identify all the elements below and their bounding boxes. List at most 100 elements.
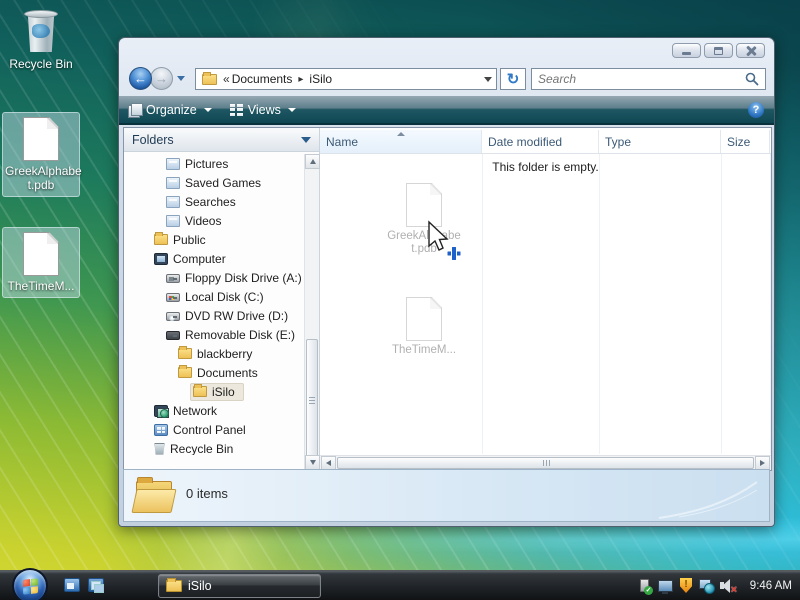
folder-icon [154,234,168,245]
tree-item-documents[interactable]: Documents [124,363,304,382]
tree-item-label: Searches [185,194,240,210]
tree-item-content: DVD RW Drive (D:) [166,308,292,324]
help-icon: ? [753,104,760,116]
desktop-icon-greekalphabet[interactable]: GreekAlphabet.pdb [2,112,80,197]
organize-button[interactable]: Organize [119,96,221,123]
recycle-bin-icon [154,443,165,455]
tree-item-isilo[interactable]: iSilo [124,382,304,401]
tree-item-searches[interactable]: Searches [124,192,304,211]
column-header-date-modified[interactable]: Date modified [482,130,599,153]
bin-splash [32,24,50,38]
forward-button[interactable]: → [150,67,173,90]
breadcrumb-dropdown-icon[interactable] [484,77,492,82]
tree-item-videos[interactable]: Videos [124,211,304,230]
tree-item-label: Computer [173,251,230,267]
close-button[interactable] [736,43,765,58]
tree-item-content: Floppy Disk Drive (A:) [166,270,304,286]
tree-item-recycle-bin[interactable]: Recycle Bin [124,439,304,455]
breadcrumb[interactable]: « Documents ▸ iSilo [195,68,497,90]
breadcrumb-overflow-chevron[interactable]: « [223,72,230,86]
column-header-size[interactable]: Size [721,130,770,153]
close-icon [746,46,756,56]
scrollbar-thumb[interactable] [306,339,318,461]
sort-ascending-icon [397,132,405,136]
tree-item-blackberry[interactable]: blackberry [124,344,304,363]
pictures-icon [166,158,180,170]
tree-item-content: Local Disk (C:) [166,289,268,305]
volume-muted-icon[interactable]: × [720,578,736,594]
empty-folder-message: This folder is empty. [320,160,771,174]
search-input[interactable] [532,72,745,86]
tree-item-pictures[interactable]: Pictures [124,154,304,173]
recycle-bin-icon [18,8,64,54]
tree-item-content: Documents [178,365,262,381]
tree-vertical-scrollbar[interactable] [304,154,319,470]
breadcrumb-item-isilo[interactable]: iSilo [309,72,332,86]
tree-item-public[interactable]: Public [124,230,304,249]
column-header-name[interactable]: Name [320,130,482,153]
folder-icon [134,477,176,515]
desktop-icon-recycle-bin[interactable]: Recycle Bin [2,4,80,75]
taskbar-clock[interactable]: 9:46 AM [750,571,792,600]
display-tray-icon[interactable] [657,578,673,594]
control-panel-icon [154,424,168,436]
tree-item-dvd-rw-drive-d-[interactable]: DVD RW Drive (D:) [124,306,304,325]
forward-arrow-icon: → [155,71,168,86]
triangle-down-icon [310,460,316,465]
minimize-button[interactable] [672,43,701,58]
tree-item-floppy-disk-drive-a-[interactable]: Floppy Disk Drive (A:) [124,268,304,287]
folders-header[interactable]: Folders [124,128,319,152]
hard-drive-icon [166,293,180,302]
scroll-down-button[interactable] [305,455,320,470]
scroll-right-button[interactable] [755,456,770,470]
recent-pages-dropdown[interactable] [177,76,185,81]
show-desktop-icon[interactable] [64,578,80,592]
folders-header-label: Folders [132,133,174,147]
title-bar[interactable] [119,38,774,62]
help-button[interactable]: ? [748,102,764,118]
start-button[interactable] [12,568,48,600]
tree-item-local-disk-c-[interactable]: Local Disk (C:) [124,287,304,306]
refresh-button[interactable]: ↻ [500,68,526,90]
triangle-right-icon [760,460,765,466]
scrollbar-thumb[interactable] [337,457,754,469]
videos-icon [166,215,180,227]
tree-item-network[interactable]: Network [124,401,304,420]
breadcrumb-item-documents[interactable]: Documents [232,72,293,86]
tree-item-removable-disk-e-[interactable]: Removable Disk (E:) [124,325,304,344]
desktop-icon-label: Recycle Bin [4,57,78,71]
chevron-down-icon [204,108,212,112]
tree-item-label: Removable Disk (E:) [185,327,299,343]
tree-item-content: Videos [166,213,225,229]
tree-item-content: Public [154,232,210,248]
taskbar-button-isilo[interactable]: iSilo [158,574,321,598]
switch-windows-icon[interactable] [88,578,104,592]
drag-ghost-label: TheTimeM... [378,344,470,357]
column-header-type[interactable]: Type [599,130,721,153]
network-tray-icon[interactable] [699,578,715,594]
tree-item-label: Public [173,232,210,248]
breadcrumb-separator: ▸ [298,74,303,85]
views-icon [230,104,243,116]
views-button[interactable]: Views [221,96,305,123]
scroll-left-button[interactable] [321,456,336,470]
tree-item-saved-games[interactable]: Saved Games [124,173,304,192]
security-shield-icon[interactable] [678,578,694,594]
tree-item-computer[interactable]: Computer [124,249,304,268]
folder-icon [193,386,207,397]
safely-remove-hardware-icon[interactable] [636,578,652,594]
tree-item-control-panel[interactable]: Control Panel [124,420,304,439]
maximize-button[interactable] [704,43,733,58]
column-separator [721,154,722,454]
saved-games-icon [166,177,180,189]
clock-label: 9:46 AM [750,580,792,592]
taskbar-button-label: iSilo [188,579,212,593]
search-icon [745,72,759,86]
horizontal-scrollbar[interactable] [320,455,771,470]
desktop-icon-thetimem[interactable]: TheTimeM... [2,227,80,298]
tree-item-label: Videos [185,213,225,229]
scroll-up-button[interactable] [305,154,320,169]
tree-item-label: Control Panel [173,422,250,438]
mute-x-icon: × [731,585,737,596]
back-button[interactable]: ← [129,67,152,90]
